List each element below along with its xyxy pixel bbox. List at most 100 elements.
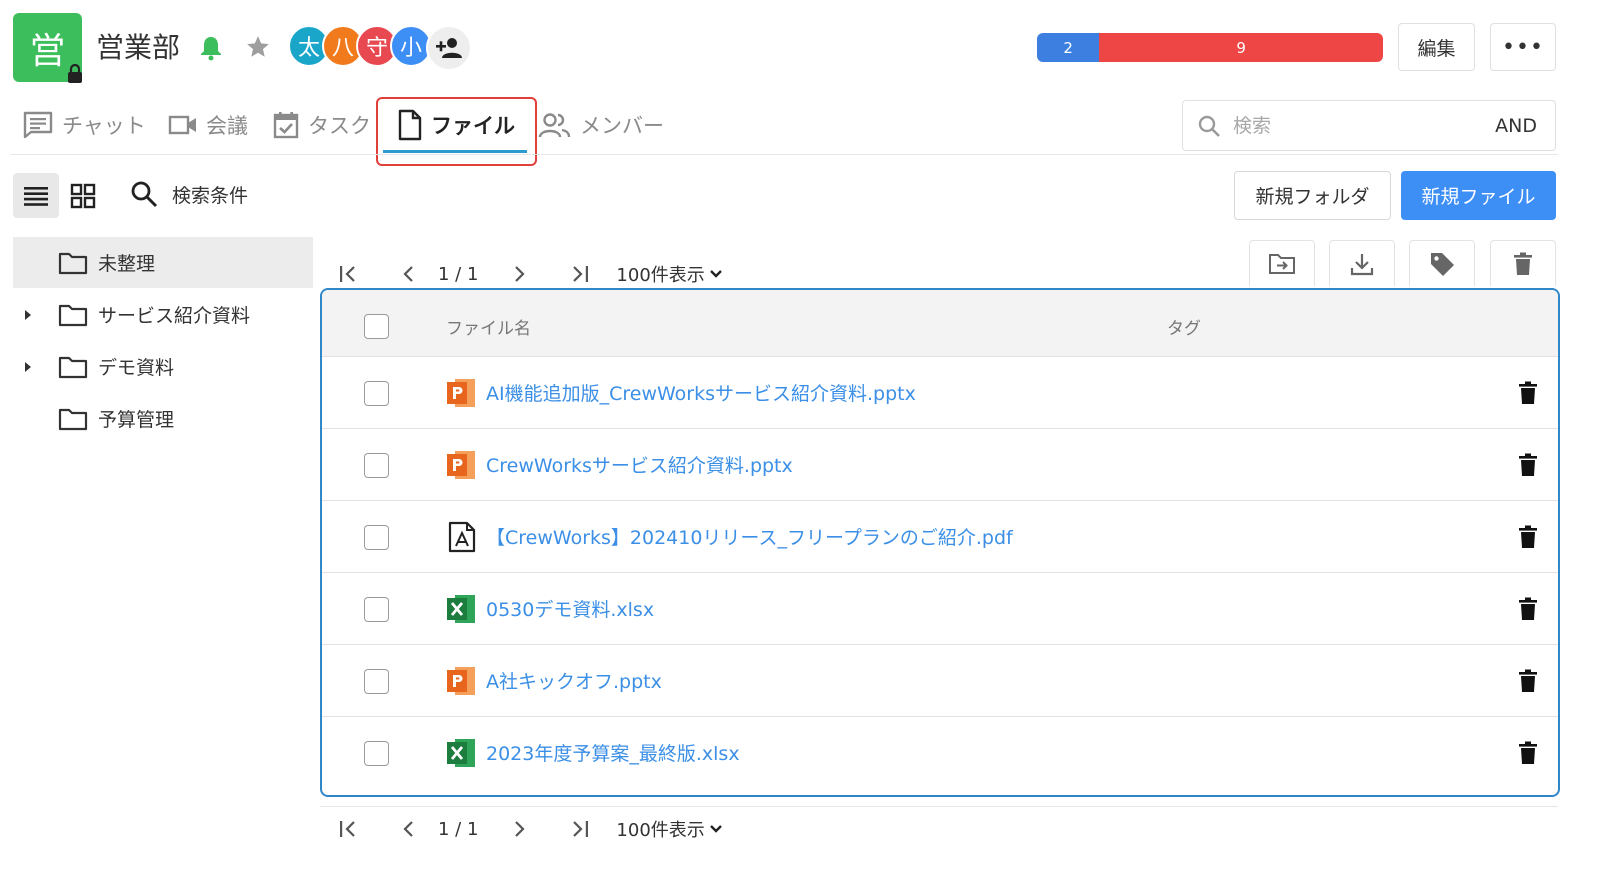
excel-file-icon: [447, 595, 475, 623]
select-all-checkbox[interactable]: [364, 314, 389, 339]
folder-icon: [58, 408, 88, 430]
table-row[interactable]: 【CrewWorks】202410リリース_フリープランのご紹介.pdf: [322, 501, 1558, 573]
file-table: ファイル名 タグ AI機能追加版_CrewWorksサービス紹介資料.pptx …: [320, 288, 1560, 797]
file-name-link[interactable]: 0530デモ資料.xlsx: [486, 595, 654, 622]
folder-label: サービス紹介資料: [98, 305, 251, 327]
expand-caret-icon[interactable]: [13, 309, 43, 321]
per-page-label: 100件表示: [616, 820, 705, 841]
chevron-down-icon: [709, 270, 722, 278]
row-checkbox[interactable]: [364, 525, 389, 550]
group-name: 営業部: [96, 31, 181, 64]
search-input[interactable]: [1233, 114, 1496, 137]
search-conditions-button[interactable]: 検索条件: [130, 180, 248, 208]
tab-task[interactable]: タスク: [272, 104, 371, 146]
last-page-icon: [573, 266, 589, 282]
chat-icon: [23, 111, 53, 139]
table-row[interactable]: 0530デモ資料.xlsx: [322, 573, 1558, 645]
folder-item-budget[interactable]: 予算管理: [13, 393, 313, 444]
list-icon: [24, 186, 48, 206]
next-page-button[interactable]: [502, 264, 538, 284]
folder-icon: [58, 304, 88, 326]
delete-selected-button[interactable]: [1490, 240, 1556, 286]
file-name-link[interactable]: CrewWorksサービス紹介資料.pptx: [486, 451, 793, 478]
tab-meeting[interactable]: 会議: [168, 104, 248, 146]
first-page-button[interactable]: [330, 819, 366, 839]
trash-icon[interactable]: [1518, 525, 1538, 549]
trash-icon[interactable]: [1518, 669, 1538, 693]
folder-item-demo[interactable]: デモ資料: [13, 341, 313, 392]
trash-icon[interactable]: [1518, 597, 1538, 621]
add-person-icon: [436, 38, 462, 58]
star-icon[interactable]: [245, 34, 271, 60]
per-page-select[interactable]: 100件表示: [616, 816, 722, 842]
prev-page-button[interactable]: [390, 264, 426, 284]
lock-icon: [66, 64, 84, 84]
per-page-label: 100件表示: [616, 265, 705, 286]
folder-label: デモ資料: [98, 357, 175, 379]
edit-button[interactable]: 編集: [1398, 23, 1475, 71]
column-header-name[interactable]: ファイル名: [446, 314, 531, 339]
excel-file-icon: [447, 739, 475, 767]
trash-icon[interactable]: [1518, 381, 1538, 405]
folder-label: 予算管理: [98, 409, 175, 431]
folder-item-service[interactable]: サービス紹介資料: [13, 289, 313, 340]
bell-icon[interactable]: [199, 35, 223, 61]
download-button[interactable]: [1329, 240, 1395, 286]
list-view-button[interactable]: [13, 173, 59, 218]
powerpoint-file-icon: [447, 379, 475, 407]
task-status-bar[interactable]: 2 9: [1037, 33, 1383, 62]
chevron-down-icon: [709, 825, 722, 833]
prev-page-button[interactable]: [390, 819, 426, 839]
table-row[interactable]: AI機能追加版_CrewWorksサービス紹介資料.pptx: [322, 357, 1558, 429]
chevron-left-icon: [403, 266, 413, 282]
tab-chat[interactable]: チャット: [22, 104, 146, 146]
table-row[interactable]: 2023年度予算案_最終版.xlsx: [322, 717, 1558, 789]
chevron-right-icon: [515, 266, 525, 282]
members-icon: [538, 113, 571, 138]
column-header-tag: タグ: [1167, 319, 1201, 339]
trash-icon: [1514, 252, 1532, 275]
first-page-button[interactable]: [330, 264, 366, 284]
expand-caret-icon[interactable]: [13, 361, 43, 373]
file-name-link[interactable]: 【CrewWorks】202410リリース_フリープランのご紹介.pdf: [486, 523, 1013, 550]
trash-icon[interactable]: [1518, 453, 1538, 477]
move-to-folder-button[interactable]: [1249, 240, 1315, 286]
add-member-button[interactable]: [426, 25, 472, 71]
new-folder-button[interactable]: 新規フォルダ: [1234, 171, 1391, 220]
pager-bottom: 1 / 1 100件表示: [330, 814, 723, 844]
active-tab-underline: [383, 150, 527, 153]
search-icon: [1198, 115, 1220, 137]
tab-members[interactable]: メンバー: [538, 104, 664, 146]
table-row[interactable]: A社キックオフ.pptx: [322, 645, 1558, 717]
folder-icon: [58, 356, 88, 378]
row-checkbox[interactable]: [364, 669, 389, 694]
status-segment-blue: 2: [1037, 33, 1100, 62]
row-checkbox[interactable]: [364, 453, 389, 478]
next-page-button[interactable]: [502, 819, 538, 839]
first-page-icon: [340, 821, 355, 837]
table-row[interactable]: CrewWorksサービス紹介資料.pptx: [322, 429, 1558, 501]
row-checkbox[interactable]: [364, 597, 389, 622]
row-checkbox[interactable]: [364, 381, 389, 406]
per-page-select[interactable]: 100件表示: [616, 261, 722, 287]
last-page-button[interactable]: [562, 264, 598, 284]
active-tab-highlight-box: [376, 97, 537, 166]
search-mode[interactable]: AND: [1495, 115, 1537, 137]
tag-button[interactable]: [1409, 240, 1475, 286]
row-checkbox[interactable]: [364, 741, 389, 766]
video-icon: [168, 115, 196, 135]
more-button[interactable]: •••: [1490, 23, 1556, 71]
folder-item-unsorted[interactable]: 未整理: [13, 237, 313, 288]
trash-icon[interactable]: [1518, 741, 1538, 765]
new-file-button[interactable]: 新規ファイル: [1401, 171, 1556, 220]
file-name-link[interactable]: A社キックオフ.pptx: [486, 667, 662, 694]
grid-view-button[interactable]: [61, 173, 105, 218]
file-name-link[interactable]: AI機能追加版_CrewWorksサービス紹介資料.pptx: [486, 379, 916, 406]
tab-label: タスク: [308, 114, 371, 138]
search-box[interactable]: AND: [1182, 100, 1556, 151]
first-page-icon: [340, 266, 355, 282]
last-page-button[interactable]: [562, 819, 598, 839]
powerpoint-file-icon: [447, 667, 475, 695]
page-count: 1 / 1: [438, 818, 479, 840]
file-name-link[interactable]: 2023年度予算案_最終版.xlsx: [486, 739, 740, 766]
